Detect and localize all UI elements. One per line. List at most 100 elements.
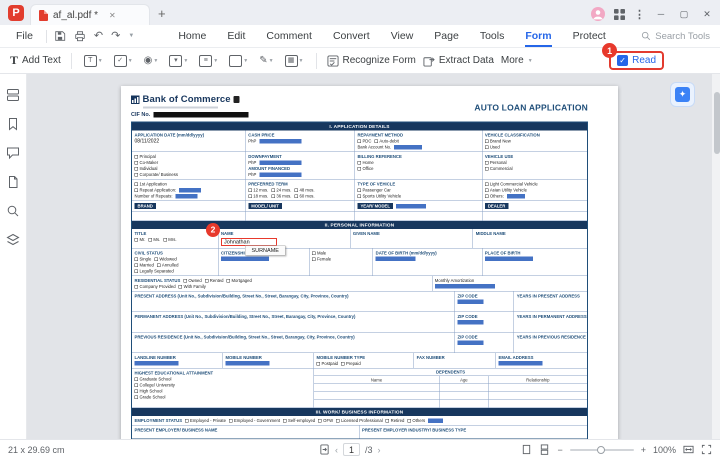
form-fill-field[interactable] [506, 193, 525, 199]
form-checkbox[interactable]: Annulled [156, 263, 178, 268]
chevron-down-icon[interactable]: ▼ [98, 58, 103, 64]
radio-field-tool[interactable]: ◉ ▼ [142, 55, 161, 67]
redo-icon[interactable]: ↷ [111, 30, 120, 42]
form-fill-field[interactable] [457, 299, 484, 304]
form-checkbox[interactable]: With Family [178, 284, 205, 289]
page-number-input[interactable]: 1 [342, 443, 360, 456]
form-checkbox[interactable]: Company Provided [134, 284, 175, 289]
form-fill-field[interactable] [497, 361, 542, 366]
more-menu-icon[interactable]: ⋮ [634, 8, 645, 21]
dropdown-field-tool[interactable]: ▾ ▼ [167, 54, 190, 68]
form-checkbox[interactable]: 24 mos. [270, 188, 291, 193]
form-field-value[interactable]: 08/11/2022 [134, 139, 159, 145]
form-fill-field[interactable] [427, 418, 443, 423]
form-checkbox[interactable]: Others [406, 418, 425, 423]
dependents-cell[interactable] [439, 384, 489, 392]
form-fill-field[interactable] [375, 256, 416, 261]
dependents-cell[interactable] [439, 392, 489, 400]
form-checkbox[interactable]: 60 mos. [294, 194, 314, 199]
signature-field-tool[interactable]: ✎ ▼ [257, 55, 275, 67]
page-nav-icon[interactable] [319, 444, 330, 455]
form-checkbox[interactable]: Prepaid [340, 361, 360, 366]
zoom-in-button[interactable]: + [641, 445, 646, 455]
chevron-down-icon[interactable]: ▼ [299, 58, 304, 64]
form-checkbox[interactable]: Ms. [147, 237, 160, 242]
form-checkbox[interactable]: Employed - Government [228, 418, 280, 423]
floating-ai-button[interactable]: ✦ [670, 82, 695, 107]
form-checkbox[interactable]: Home [356, 160, 373, 165]
single-page-view-icon[interactable] [521, 444, 532, 455]
form-checkbox[interactable]: 48 mos. [294, 188, 314, 193]
dependents-cell[interactable] [314, 400, 440, 408]
form-checkbox[interactable]: Personal [484, 160, 506, 165]
document-tab[interactable]: af_al.pdf * ✕ [30, 4, 150, 25]
name-field-annotated[interactable]: 2 Johnathan SURNAME [205, 223, 285, 256]
form-checkbox[interactable]: Light Commercial Vehicle [484, 182, 537, 187]
print-icon[interactable] [74, 30, 86, 42]
next-page-icon[interactable]: › [377, 445, 380, 455]
form-fill-field[interactable] [134, 361, 178, 366]
form-checkbox[interactable]: 12 mos. [247, 188, 268, 193]
form-checkbox[interactable]: Used [484, 145, 499, 150]
tab-close-icon[interactable]: ✕ [109, 11, 116, 20]
dependents-cell[interactable] [314, 392, 440, 400]
form-fill-field[interactable] [258, 160, 301, 165]
form-checkbox[interactable]: Graduate School [134, 377, 171, 382]
menu-tools[interactable]: Tools [480, 25, 505, 47]
form-checkbox[interactable]: Rented [204, 278, 223, 283]
form-checkbox[interactable]: Employed - Private [184, 418, 225, 423]
form-checkbox[interactable]: Retired [385, 418, 404, 423]
form-checkbox[interactable]: Office [356, 166, 373, 171]
search-tools[interactable]: Search Tools [641, 31, 710, 42]
menu-edit[interactable]: Edit [227, 25, 245, 47]
menu-view[interactable]: View [391, 25, 414, 47]
form-checkbox[interactable]: Single [134, 257, 151, 262]
scrollbar-thumb[interactable] [713, 92, 720, 154]
dependents-cell[interactable] [488, 400, 586, 408]
button-field-tool[interactable]: ▼ [227, 54, 250, 68]
attachments-panel-icon[interactable] [6, 175, 20, 189]
form-fill-field[interactable] [220, 256, 269, 261]
file-menu[interactable]: File [10, 30, 39, 42]
menu-form[interactable]: Form [525, 25, 552, 47]
form-checkbox[interactable]: Grade School [134, 395, 165, 400]
form-checkbox[interactable]: Commercial [484, 166, 512, 171]
fit-width-icon[interactable] [683, 444, 694, 455]
form-checkbox[interactable]: Licensed Professional [335, 418, 382, 423]
form-checkbox[interactable]: 36 mos. [270, 194, 291, 199]
form-checkbox[interactable]: Auto-debit [373, 139, 398, 144]
form-fill-field[interactable] [395, 203, 426, 209]
zoom-slider[interactable] [569, 445, 634, 454]
form-checkbox[interactable]: Asian Utility Vehicle [484, 188, 526, 193]
apps-grid-icon[interactable] [614, 8, 625, 20]
form-checkbox[interactable]: 18 mos. [247, 194, 268, 199]
dependents-cell[interactable] [314, 384, 440, 392]
maximize-button[interactable]: ▢ [677, 9, 691, 20]
save-icon[interactable] [54, 30, 66, 42]
form-checkbox[interactable]: Mr. [134, 237, 145, 242]
form-checkbox[interactable]: Passenger Car [356, 188, 390, 193]
form-checkbox[interactable]: Co-Maker [134, 160, 158, 165]
add-text-button[interactable]: T Add Text [10, 53, 61, 68]
form-checkbox[interactable]: Others: [484, 194, 503, 199]
listbox-field-tool[interactable]: ≡ ▼ [197, 54, 220, 68]
text-field-tool[interactable]: T ▼ [82, 54, 105, 68]
toolbar-customize-chevron-icon[interactable]: ▼ [128, 33, 134, 39]
form-checkbox[interactable]: College/ University [134, 383, 174, 388]
form-fill-field[interactable] [434, 284, 495, 289]
form-fill-field[interactable] [258, 172, 301, 177]
menu-page[interactable]: Page [434, 25, 459, 47]
thumbnails-panel-icon[interactable] [6, 88, 20, 102]
checkbox-field-tool[interactable]: ✓ ▼ [112, 54, 135, 68]
form-checkbox[interactable]: Repeat Application: [134, 188, 176, 193]
more-button[interactable]: More ▼ [501, 55, 533, 66]
form-checkbox[interactable]: PDC [356, 139, 371, 144]
form-checkbox[interactable]: Mortgaged [225, 278, 251, 283]
layers-panel-icon[interactable] [6, 233, 20, 247]
form-checkbox[interactable]: Widowed [153, 257, 176, 262]
app-logo-icon[interactable]: P [8, 5, 24, 21]
form-fill-field[interactable] [393, 144, 422, 150]
document-canvas[interactable]: Bank of Commerce CIF No. AUTO LOAN APPLI… [27, 74, 711, 439]
form-checkbox[interactable]: Male [311, 251, 326, 256]
read-button[interactable]: 1 ✓ Read [602, 43, 664, 70]
